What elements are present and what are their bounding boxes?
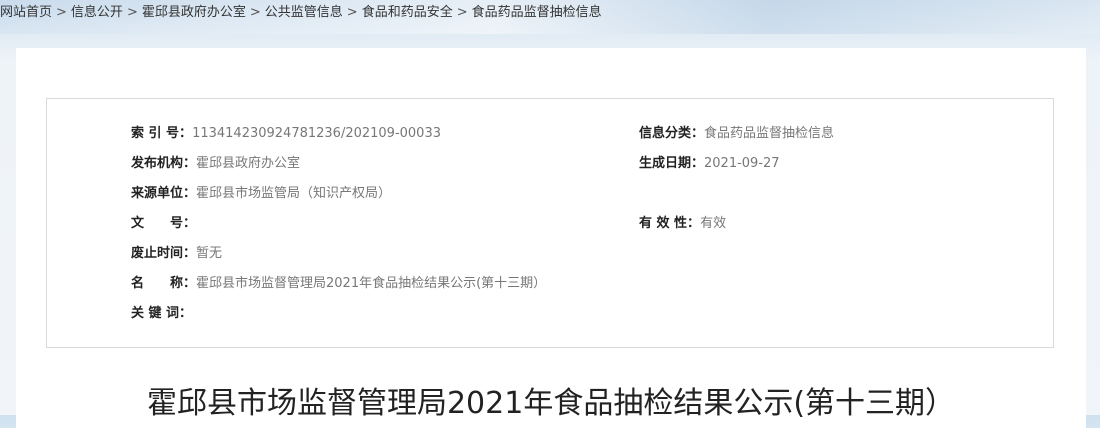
meta-repeal-label: 废止时间：	[131, 246, 197, 261]
main-content-panel: 索 引 号：113414230924781236/202109-00033 信息…	[16, 48, 1086, 428]
meta-name-label: 名 称：	[131, 276, 197, 291]
meta-name-value: 霍邱县市场监督管理局2021年食品抽检结果公示(第十三期）	[196, 276, 547, 291]
meta-doc-no-row: 文 号：	[131, 214, 196, 234]
meta-date-row: 生成日期：2021-09-27	[639, 154, 780, 174]
meta-source-label: 来源单位：	[131, 186, 197, 201]
breadcrumb-separator: >	[56, 5, 67, 20]
meta-index-label: 索 引 号：	[131, 126, 193, 141]
meta-name-row: 名 称：霍邱县市场监督管理局2021年食品抽检结果公示(第十三期）	[131, 274, 546, 294]
breadcrumb-food-drug-inspection[interactable]: 食品药品监督抽检信息	[472, 5, 602, 20]
breadcrumb-separator: >	[126, 5, 138, 20]
article-title: 霍邱县市场监督管理局2021年食品抽检结果公示(第十三期）	[146, 386, 956, 421]
breadcrumb-separator: >	[249, 5, 261, 20]
meta-keywords-label: 关 键 词：	[131, 306, 193, 321]
breadcrumb: 网站首页 > 信息公开 > 霍邱县政府办公室 > 公共监管信息 > 食品和药品安全 > 食品药品监督…	[0, 4, 602, 22]
meta-doc-no-label: 文 号：	[131, 216, 197, 231]
breadcrumb-home[interactable]: 网站首页	[0, 5, 52, 20]
meta-source-row: 来源单位：霍邱县市场监管局（知识产权局）	[131, 184, 391, 204]
meta-repeal-value: 暂无	[196, 246, 223, 261]
breadcrumb-food-drug-safety[interactable]: 食品和药品安全	[362, 5, 453, 20]
meta-publisher-label: 发布机构：	[131, 156, 197, 171]
meta-repeal-row: 废止时间：暂无	[131, 244, 222, 264]
document-metadata-box: 索 引 号：113414230924781236/202109-00033 信息…	[46, 98, 1054, 348]
meta-date-label: 生成日期：	[639, 156, 705, 171]
breadcrumb-gov-office[interactable]: 霍邱县政府办公室	[142, 5, 246, 20]
meta-publisher-row: 发布机构：霍邱县政府办公室	[131, 154, 300, 174]
meta-source-value: 霍邱县市场监管局（知识产权局）	[196, 186, 392, 201]
breadcrumb-info-public[interactable]: 信息公开	[71, 5, 123, 20]
meta-category-row: 信息分类：食品药品监督抽检信息	[639, 124, 834, 144]
meta-index-value: 113414230924781236/202109-00033	[192, 126, 441, 141]
meta-publisher-value: 霍邱县政府办公室	[196, 156, 301, 171]
meta-validity-label: 有 效 性：	[639, 216, 701, 231]
meta-category-label: 信息分类：	[639, 126, 705, 141]
meta-validity-row: 有 效 性：有效	[639, 214, 726, 234]
meta-keywords-row: 关 键 词：	[131, 304, 192, 324]
meta-date-value: 2021-09-27	[704, 156, 780, 171]
breadcrumb-separator: >	[456, 5, 468, 20]
meta-index-row: 索 引 号：113414230924781236/202109-00033	[131, 124, 441, 144]
breadcrumb-separator: >	[346, 5, 358, 20]
breadcrumb-public-supervision[interactable]: 公共监管信息	[265, 5, 343, 20]
meta-category-value: 食品药品监督抽检信息	[704, 126, 835, 141]
meta-validity-value: 有效	[700, 216, 727, 231]
